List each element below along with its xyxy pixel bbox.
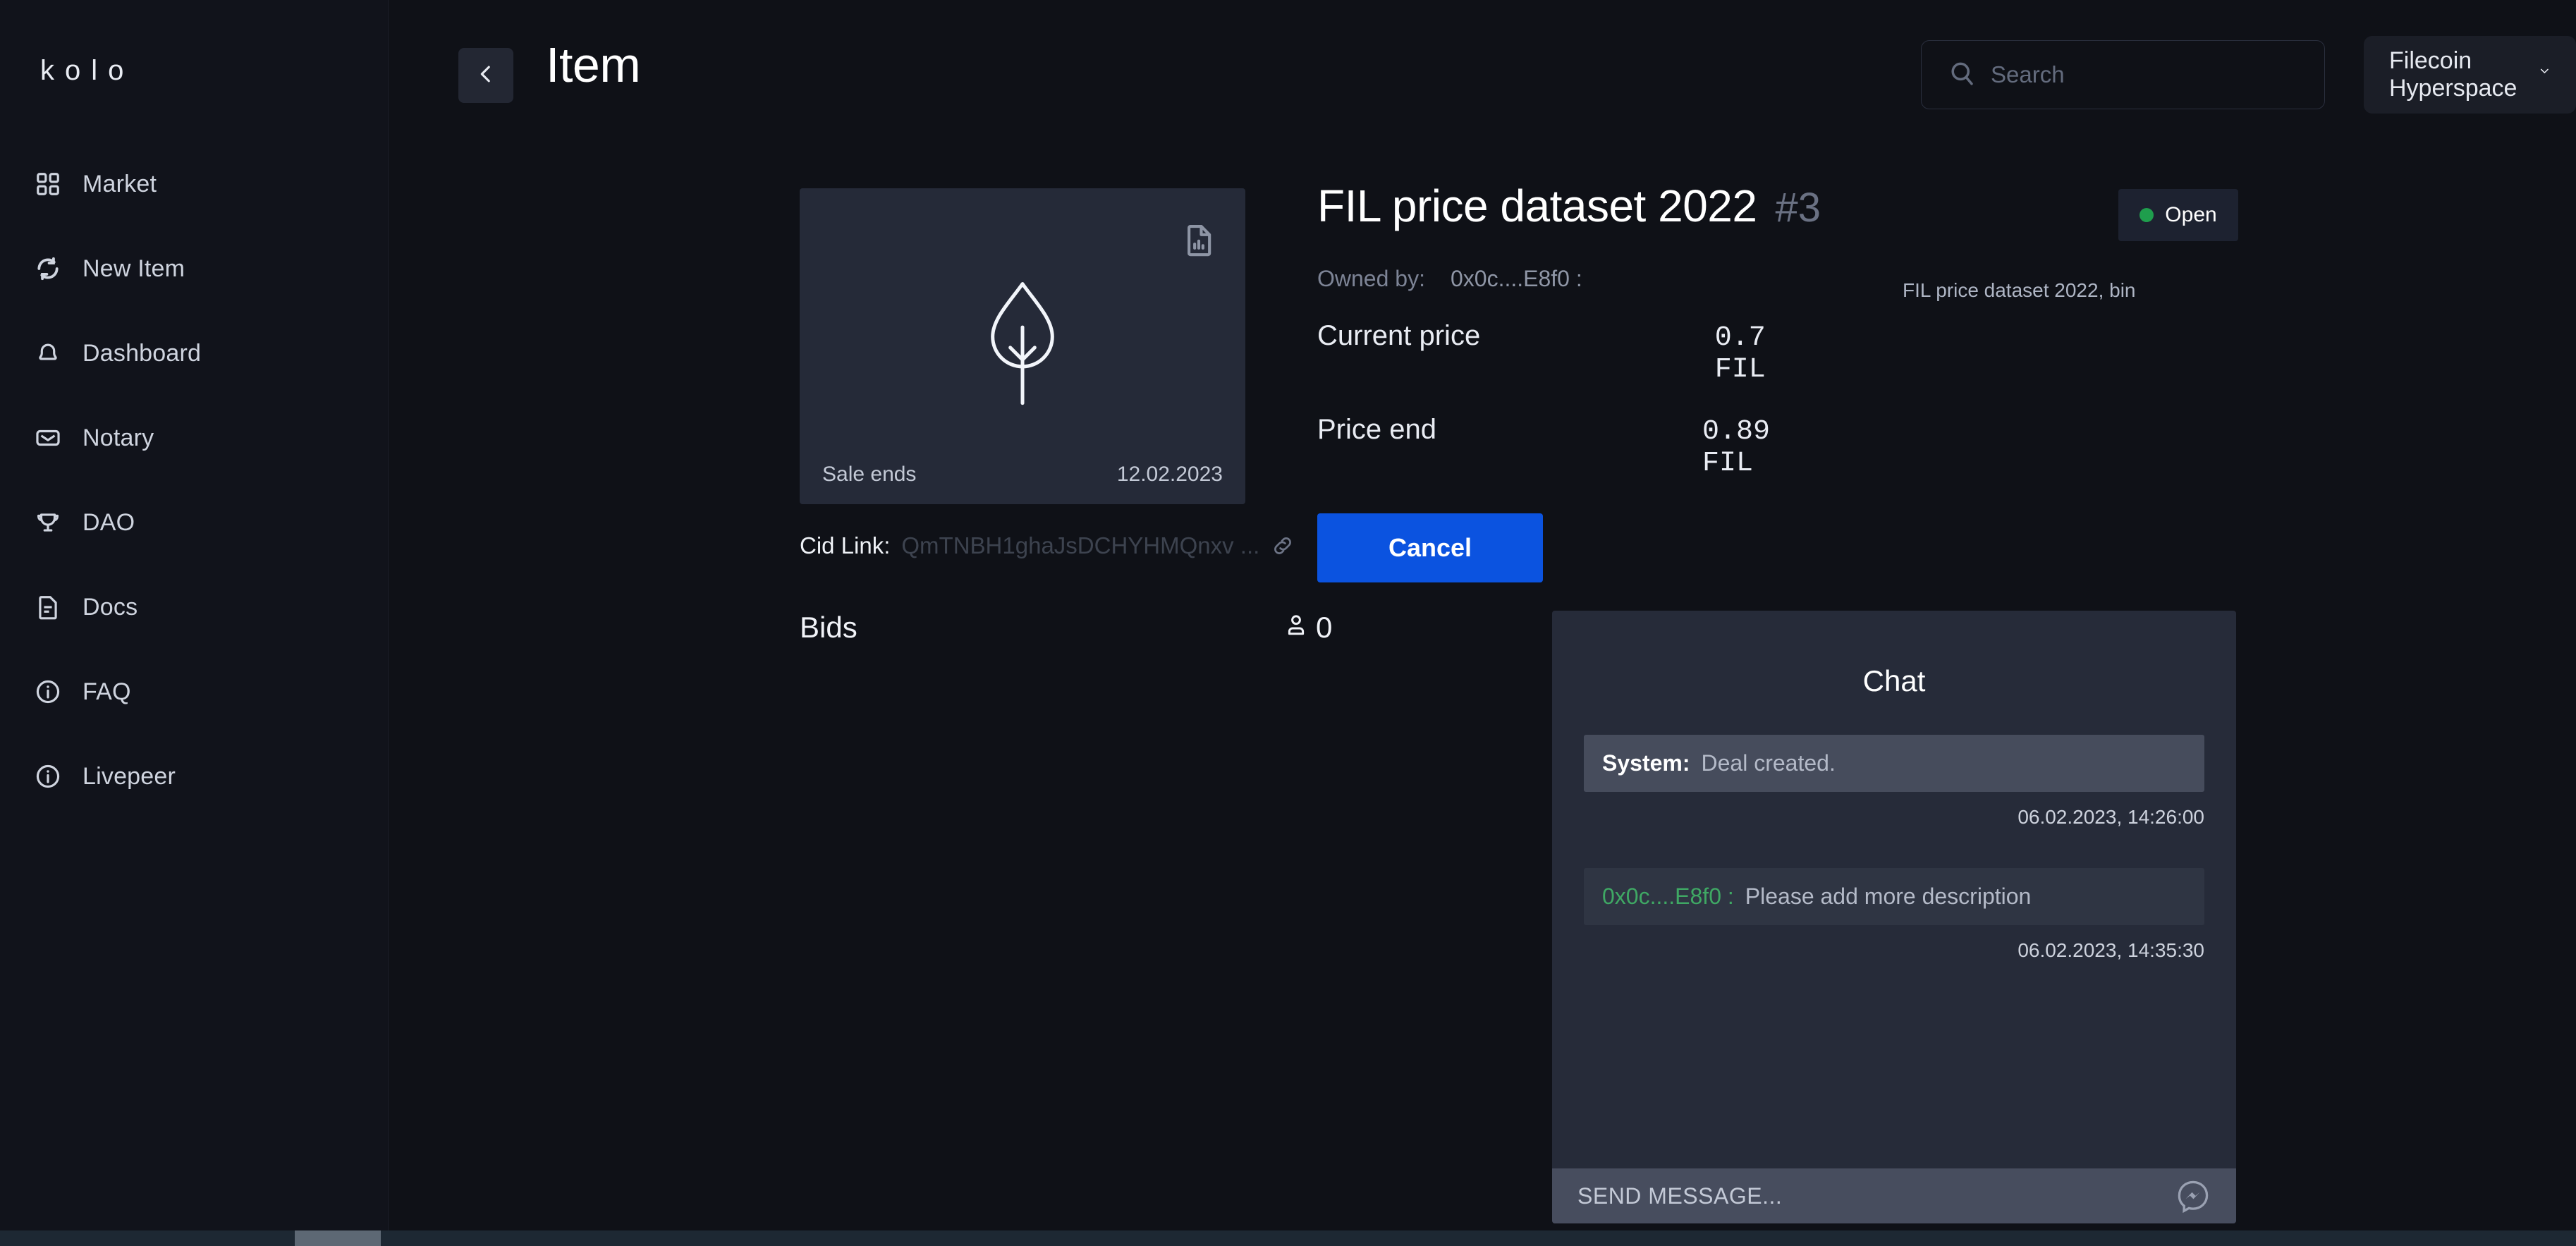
refresh-icon [33,254,63,283]
item-number: #3 [1775,185,1821,231]
search-placeholder: Search [1991,61,2065,87]
info-icon [33,677,63,707]
chat-message-timestamp: 06.02.2023, 14:26:00 [2018,806,2204,828]
status-label: Open [2165,203,2217,226]
price-end-value: 0.89 FIL [1702,416,1771,480]
chat-title: Chat [1862,664,1926,697]
network-selector[interactable]: Filecoin Hyperspace [2364,36,2576,114]
sidebar-item-faq[interactable]: FAQ [0,670,388,714]
sidebar-item-label: Livepeer [83,762,176,790]
cid-link-label: Cid Link: [800,532,891,558]
bell-icon [33,338,63,368]
brand-logo: kolo [40,55,135,86]
search-icon [1947,59,1977,92]
chat-message-text: Please add more description [1745,884,2032,909]
item-detail-panel: FIL price dataset 2022 #3 Owned by: 0x0c… [1317,180,1832,582]
status-dot-icon [2139,208,2154,222]
chat-message: System: Deal created. 06.02.2023, 14:26:… [1552,735,2236,829]
sidebar-item-label: Dashboard [83,339,202,367]
item-title: FIL price dataset 2022 [1317,181,1757,231]
document-icon [33,592,63,622]
chat-message-timestamp: 06.02.2023, 14:35:30 [2018,939,2204,961]
sidebar-item-new-item[interactable]: New Item [0,247,388,291]
chat-panel: Chat System: Deal created. 06.02.2023, 1… [1552,611,2236,1223]
grid-icon [33,169,63,199]
sidebar-item-label: Market [83,170,157,197]
messenger-send-icon[interactable] [2175,1178,2211,1214]
scrollbar-thumb[interactable] [295,1230,381,1246]
horizontal-scrollbar[interactable] [0,1230,2576,1246]
sidebar-item-dao[interactable]: DAO [0,501,388,544]
info-icon [33,762,63,791]
network-label: Filecoin Hyperspace [2389,47,2517,102]
sale-ends-value: 12.02.2023 [1116,463,1223,486]
sidebar: kolo Market New Item Dashboard Notary DA… [0,0,389,1246]
chevron-down-icon [2538,64,2551,85]
sidebar-item-label: Notary [83,424,154,451]
sidebar-item-market[interactable]: Market [0,162,388,206]
chat-bubble-system: System: Deal created. [1584,735,2204,792]
page-title: Item [546,37,641,92]
price-end-row: Price end 0.89 FIL [1317,414,1832,480]
price-end-label: Price end [1317,414,1436,445]
sidebar-item-label: Docs [83,593,138,621]
chat-message-input[interactable]: SEND MESSAGE... [1552,1168,2236,1223]
chat-bubble-user: 0x0c....E8f0 : Please add more descripti… [1584,868,2204,925]
bids-count: 0 [1283,611,1332,645]
sidebar-item-notary[interactable]: Notary [0,416,388,460]
chat-input-placeholder: SEND MESSAGE... [1577,1183,1783,1209]
sale-ends-row: Sale ends 12.02.2023 [800,463,1245,487]
leaf-icon [800,188,1245,504]
back-button[interactable] [458,48,513,103]
bids-heading: Bids [800,611,857,644]
chat-message-text: Deal created. [1701,750,1836,776]
sidebar-item-livepeer[interactable]: Livepeer [0,755,388,798]
sidebar-item-label: DAO [83,508,135,536]
cancel-button[interactable]: Cancel [1317,513,1543,582]
user-icon [1283,611,1309,645]
sidebar-item-label: New Item [83,255,185,282]
owned-by-label: Owned by: [1317,266,1425,291]
item-title-row: FIL price dataset 2022 #3 [1317,180,1832,232]
envelope-icon [33,423,63,453]
sidebar-nav: Market New Item Dashboard Notary DAO Doc… [0,162,388,839]
current-price-label: Current price [1317,320,1481,351]
chat-message-sender: 0x0c....E8f0 : [1602,884,1734,909]
top-header: Item Search Filecoin Hyperspace 7.74 tFI… [389,0,2576,152]
trophy-icon [33,508,63,537]
link-icon[interactable] [1271,534,1295,558]
sidebar-item-dashboard[interactable]: Dashboard [0,331,388,375]
cid-link-value: QmTNBH1ghaJsDCHYHMQnxv ... [901,532,1260,558]
sidebar-item-docs[interactable]: Docs [0,585,388,629]
cid-link-row: Cid Link: QmTNBH1ghaJsDCHYHMQnxv ... [800,532,1295,559]
search-input[interactable]: Search [1921,40,2325,109]
item-thumbnail-card[interactable]: Sale ends 12.02.2023 [800,188,1245,504]
chevron-left-icon [474,62,498,90]
chat-message-list: System: Deal created. 06.02.2023, 14:26:… [1552,735,2236,962]
sidebar-item-label: FAQ [83,678,131,705]
chat-message: 0x0c....E8f0 : Please add more descripti… [1552,868,2236,962]
status-badge[interactable]: Open [2118,189,2238,241]
sale-ends-label: Sale ends [822,463,917,486]
owner-address: 0x0c....E8f0 : [1450,266,1582,291]
bids-count-value: 0 [1316,611,1333,644]
current-price-row: Current price 0.7 FIL [1317,320,1832,386]
owner-row: Owned by: 0x0c....E8f0 : [1317,266,1832,292]
item-description: FIL price dataset 2022, bin [1903,279,2136,301]
current-price-value: 0.7 FIL [1714,322,1766,386]
chat-message-sender: System: [1602,750,1690,776]
